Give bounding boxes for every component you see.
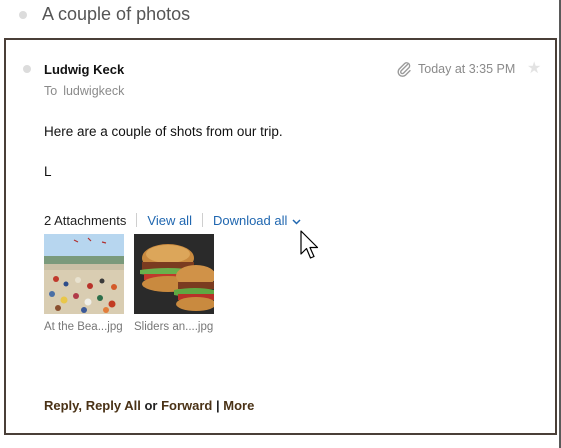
recipient-name[interactable]: ludwigkeck [63,84,124,98]
attachment-filename[interactable]: At the Bea...jpg [44,321,123,333]
attachment-filename[interactable]: Sliders an....jpg [134,321,213,333]
attachments-bar: 2 Attachments View all Download all [44,211,301,229]
conversation-header: A couple of photos [0,0,561,34]
download-all-label: Download all [212,212,288,228]
attachment-thumbnail-beach[interactable] [44,234,124,314]
mouse-pointer-icon [300,230,319,259]
forward-link[interactable]: Forward [161,398,212,413]
download-all-link[interactable]: Download all [213,213,301,228]
message-body-text: Here are a couple of shots from our trip… [44,124,283,139]
chevron-down-icon [292,218,301,225]
attachments-count: 2 Attachments [44,212,127,228]
more-link[interactable]: More [223,398,254,413]
attachment-thumbnail-sliders[interactable] [134,234,214,314]
star-icon[interactable]: ★ [527,58,541,78]
sender-name[interactable]: Ludwig Keck [44,62,124,77]
actions-divider: | [216,398,220,413]
divider [136,213,138,227]
message-dot-icon [23,65,31,73]
view-all-link[interactable]: View all [147,213,192,228]
unread-dot-icon [19,11,27,19]
message-timestamp: Today at 3:35 PM [418,62,516,76]
message-card: Ludwig Keck To ludwigkeck Today at 3:35 P… [4,38,557,435]
subject-title: A couple of photos [42,4,191,24]
paperclip-icon [397,62,411,77]
or-text: or [144,398,158,413]
message-actions: Reply, Reply All or Forward | More [44,398,254,413]
reply-all-link[interactable]: Reply All [86,398,141,413]
divider [201,213,203,227]
recipient-line: To ludwigkeck [44,84,130,98]
message-signature: L [44,164,52,179]
to-label: To [44,84,58,98]
reply-link[interactable]: Reply, [44,398,82,413]
